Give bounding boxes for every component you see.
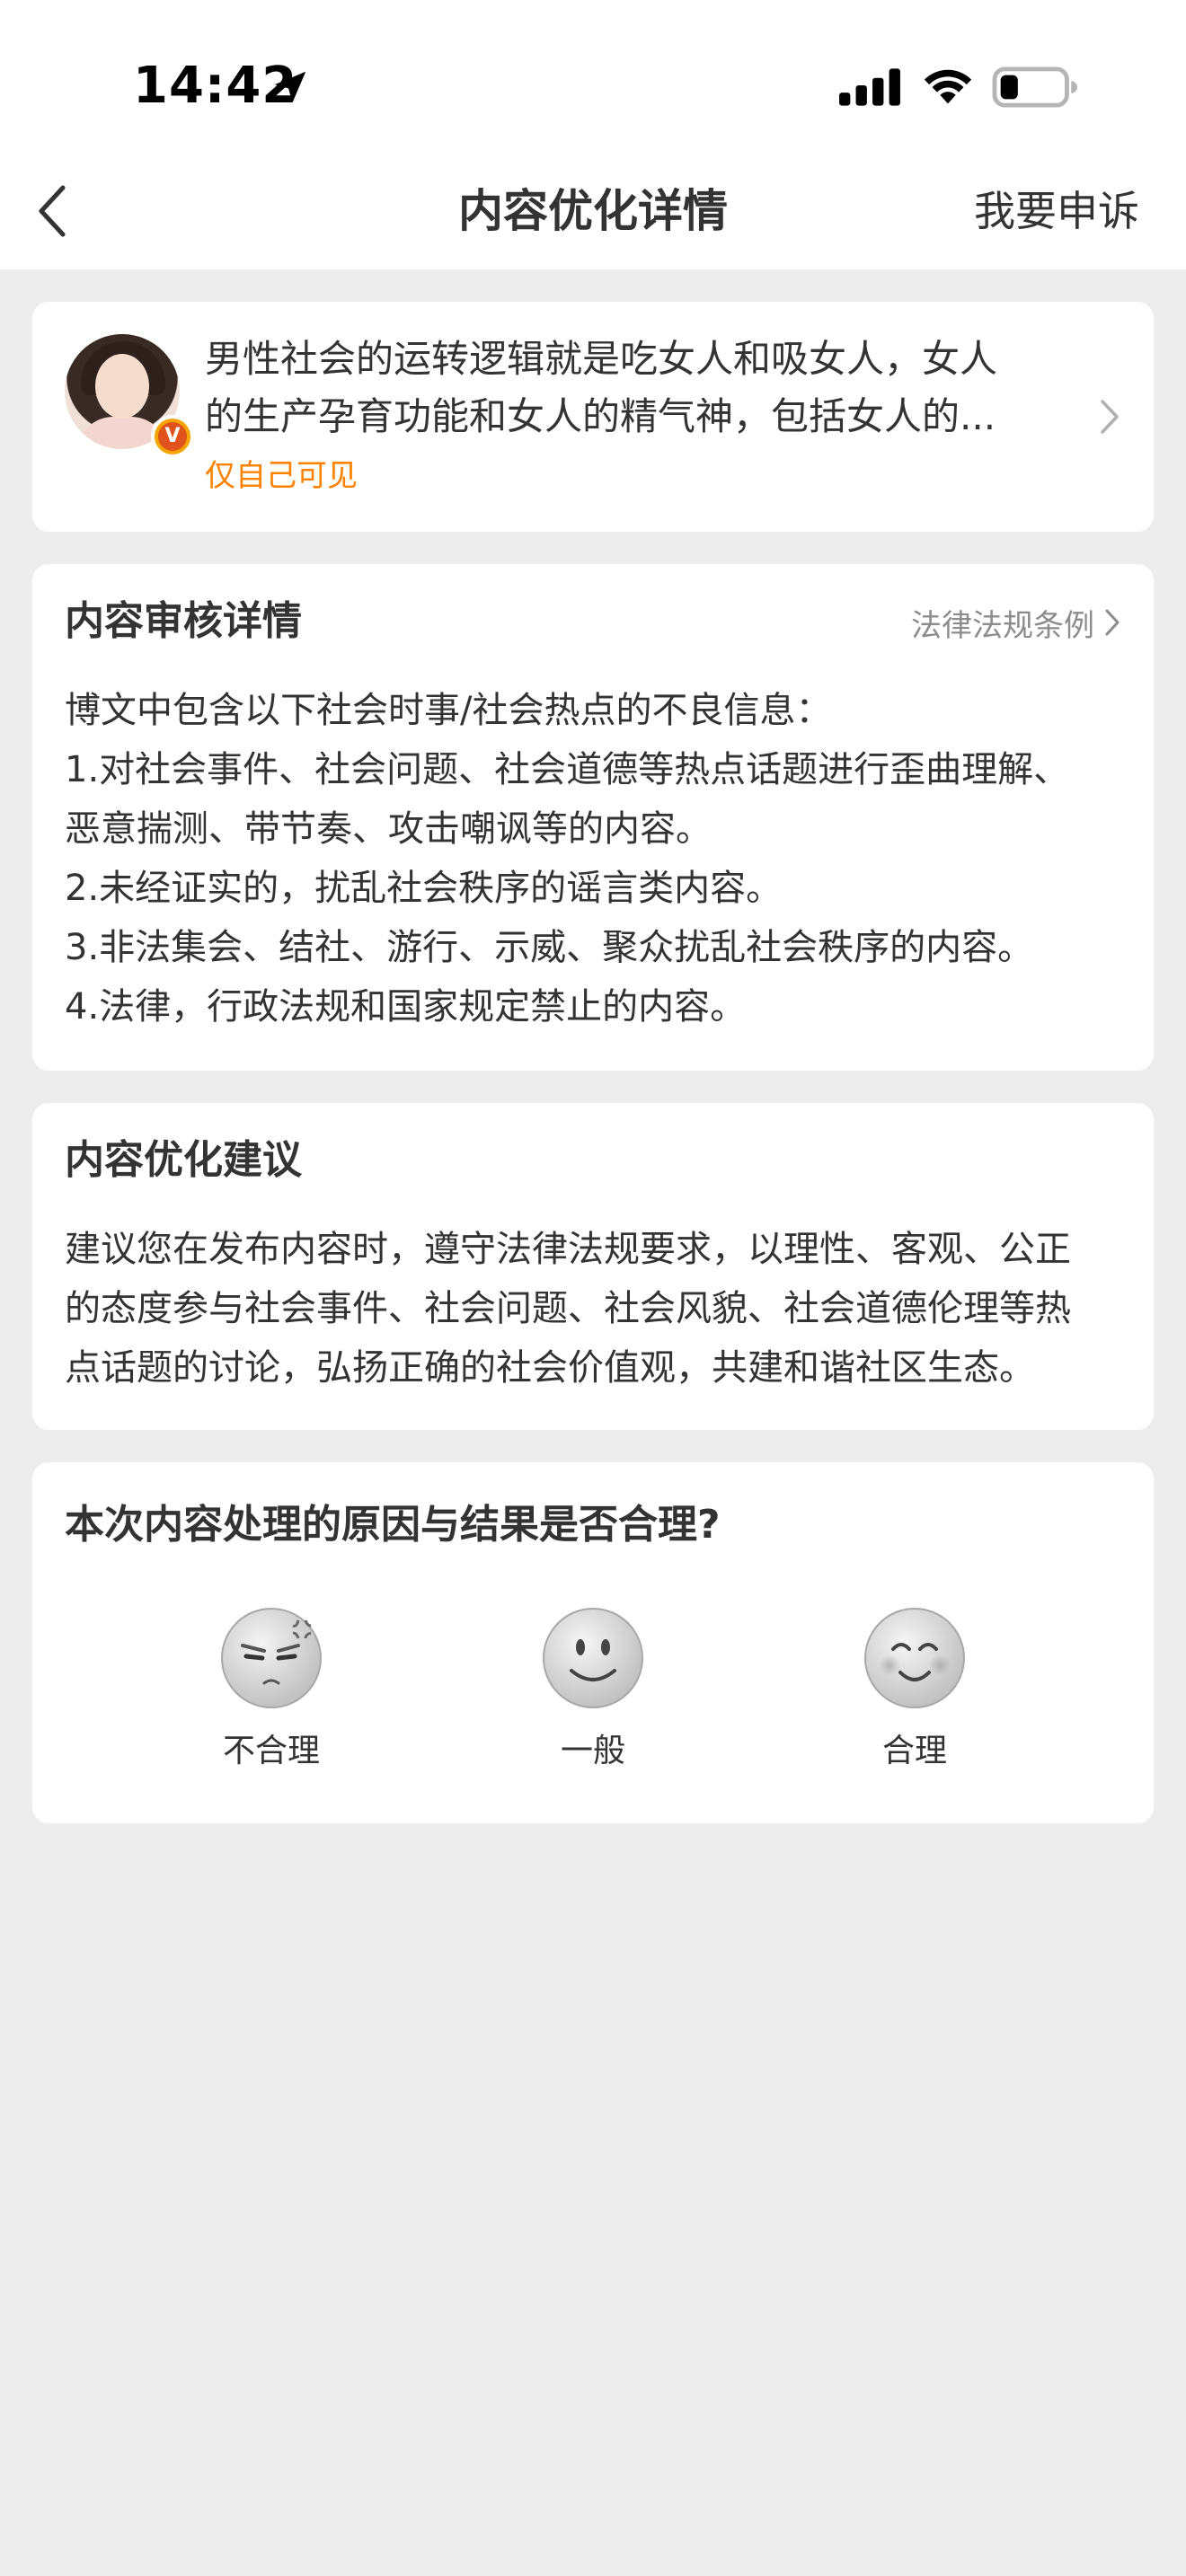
- rating-average-label: 一般: [560, 1733, 625, 1769]
- cellular-signal-icon: [839, 68, 900, 106]
- suggestion-line: 的态度参与社会事件、社会问题、社会风貌、社会道德伦理等热: [65, 1288, 1071, 1329]
- review-heading: 内容审核详情: [65, 598, 302, 644]
- happy-face-icon: [864, 1608, 965, 1708]
- suggestion-line: 建议您在发布内容时，遵守法律法规要求，以理性、客观、公正: [65, 1229, 1071, 1270]
- review-details-card: 内容审核详情 法律法规条例 博文中包含以下社会时事/社会热点的不良信息： 1.对…: [32, 564, 1154, 1071]
- law-regulations-label: 法律法规条例: [911, 607, 1094, 644]
- suggestion-line: 点话题的讨论，弘扬正确的社会价值观，共建和谐社区生态。: [65, 1347, 1035, 1389]
- chevron-left-icon: [39, 185, 66, 237]
- optimization-suggestion-card: 内容优化建议 建议您在发布内容时，遵守法律法规要求，以理性、客观、公正 的态度参…: [32, 1103, 1154, 1430]
- visibility-status: 仅自己可见: [205, 458, 358, 494]
- rating-average-button[interactable]: 一般: [503, 1606, 683, 1786]
- neutral-face-icon: [543, 1608, 643, 1708]
- review-line: 4.法律，行政法规和国家规定禁止的内容。: [65, 986, 747, 1028]
- verified-badge-letter: V: [158, 422, 187, 451]
- verified-badge-icon: V: [151, 415, 194, 458]
- feedback-question: 本次内容处理的原因与结果是否合理?: [65, 1502, 721, 1548]
- post-excerpt: 男性社会的运转逻辑就是吃女人和吸女人，女人 的生产孕育功能和女人的精气神，包括女…: [205, 331, 1085, 446]
- rating-unreasonable-button[interactable]: 不合理: [181, 1606, 361, 1786]
- review-line: 恶意揣测、带节奏、攻击嘲讽等的内容。: [65, 808, 712, 850]
- battery-low-icon: [992, 66, 1077, 108]
- appeal-button[interactable]: 我要申诉: [974, 180, 1139, 243]
- post-excerpt-line: 男性社会的运转逻辑就是吃女人和吸女人，女人: [205, 337, 998, 381]
- law-regulations-link[interactable]: 法律法规条例: [911, 600, 1121, 645]
- post-excerpt-line: 的生产孕育功能和女人的精气神，包括女人的...: [205, 394, 996, 438]
- chevron-right-icon: [1105, 609, 1120, 636]
- review-line: 3.非法集会、结社、游行、示威、聚众扰乱社会秩序的内容。: [65, 927, 1034, 968]
- location-arrow-icon: [274, 71, 306, 103]
- post-card[interactable]: V 男性社会的运转逻辑就是吃女人和吸女人，女人 的生产孕育功能和女人的精气神，包…: [32, 302, 1154, 532]
- suggestion-body: 建议您在发布内容时，遵守法律法规要求，以理性、客观、公正 的态度参与社会事件、社…: [65, 1220, 1125, 1398]
- rating-reasonable-button[interactable]: 合理: [825, 1606, 1005, 1786]
- feedback-card: 本次内容处理的原因与结果是否合理? 不合理 一般 合理: [32, 1462, 1154, 1823]
- annoyed-face-icon: [221, 1608, 322, 1708]
- avatar-face: [95, 354, 149, 419]
- review-line: 2.未经证实的，扰乱社会秩序的谣言类内容。: [65, 868, 783, 909]
- rating-unreasonable-label: 不合理: [222, 1733, 320, 1769]
- review-body: 博文中包含以下社会时事/社会热点的不良信息： 1.对社会事件、社会问题、社会道德…: [65, 681, 1125, 1037]
- back-button[interactable]: [25, 180, 79, 243]
- chevron-right-icon[interactable]: [1098, 397, 1121, 437]
- top-bar: 14:42 内容优化详情 我要申诉: [0, 0, 1186, 269]
- suggestion-heading: 内容优化建议: [65, 1137, 302, 1183]
- rating-reasonable-label: 合理: [881, 1733, 947, 1769]
- review-line: 1.对社会事件、社会问题、社会道德等热点话题进行歪曲理解、: [65, 749, 1070, 790]
- wifi-icon: [924, 69, 972, 104]
- review-line: 博文中包含以下社会时事/社会热点的不良信息：: [65, 690, 832, 731]
